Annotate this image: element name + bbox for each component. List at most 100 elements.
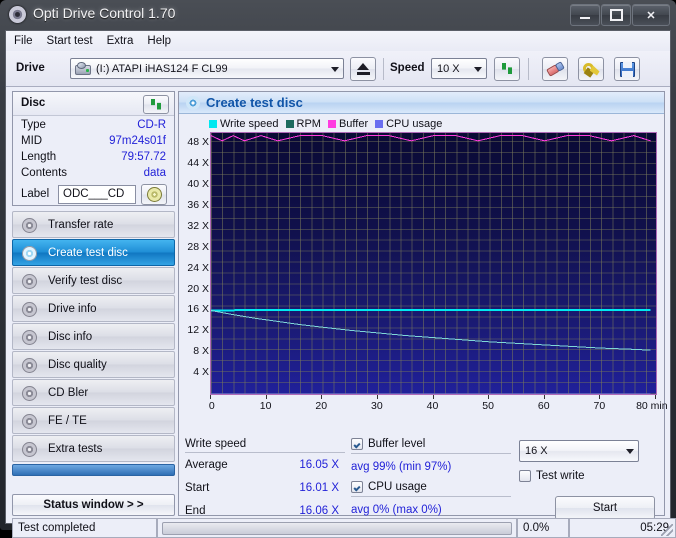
refresh-button[interactable] [494, 57, 520, 81]
chart-x-tick [321, 395, 322, 399]
maximize-icon [610, 9, 623, 21]
chart-x-tick [488, 395, 489, 399]
start-button[interactable]: Start [555, 496, 655, 520]
resize-grip-icon[interactable] [661, 524, 673, 536]
save-floppy-icon [620, 62, 635, 77]
disc-image-button[interactable] [141, 184, 167, 205]
chart-x-tick [544, 395, 545, 399]
chart-plot-area [210, 132, 657, 395]
sidebar-item-disc-quality[interactable]: Disc quality [12, 351, 175, 378]
progress-text: 0.0% [518, 522, 549, 534]
drive-select-value: (I:) ATAPI iHAS124 F CL99 [91, 63, 228, 75]
chart-x-tick-label: 10 [260, 400, 272, 412]
sidebar-item-cd-bler[interactable]: CD Bler [12, 379, 175, 406]
disc-row-key: Contents [21, 167, 67, 179]
maximize-button[interactable] [601, 4, 631, 26]
legend-label: Write speed [220, 118, 279, 130]
legend-item-write-speed: Write speed [209, 118, 279, 130]
chevron-down-icon [626, 449, 634, 454]
sidebar-item-label: Extra tests [48, 443, 102, 455]
chart: 4 X8 X12 X16 X20 X24 X28 X32 X36 X40 X44… [179, 130, 664, 437]
buffer-stat: avg 99% (min 97%) [351, 458, 511, 481]
toolbar-separator-1 [383, 58, 384, 80]
chart-y-tick-label: 44 X [187, 157, 209, 169]
chart-legend: Write speed RPM Buffer CPU usage [209, 118, 446, 130]
sidebar-item-label: Transfer rate [48, 219, 113, 231]
settings-button[interactable] [578, 57, 604, 81]
buffer-level-checkbox[interactable] [351, 438, 363, 450]
sidebar-item-verify-test-disc[interactable]: Verify test disc [12, 267, 175, 294]
menu-item-extra[interactable]: Extra [107, 35, 134, 47]
cpu-usage-checkbox[interactable] [351, 481, 363, 493]
disc-label-row: Label ODC___CD [13, 184, 174, 206]
chart-x-tick-label: 50 [482, 400, 494, 412]
disc-info-panel: Disc Type CD-R MID 97m24s01f Len [12, 91, 175, 206]
sidebar-item-extra-tests[interactable]: Extra tests [12, 435, 175, 462]
tools-icon [583, 62, 600, 77]
disc-row-mid: MID 97m24s01f [13, 134, 174, 150]
content-panel: Create test disc Write speed RPM Buffer [178, 91, 665, 516]
status-message-cell: Test completed [12, 518, 157, 538]
disc-label-input[interactable]: ODC___CD [58, 185, 136, 204]
test-write-label: Test write [536, 470, 585, 482]
buffer-level-checkbox-row[interactable]: Buffer level [351, 438, 511, 453]
sidebar-item-disc-info[interactable]: Disc info [12, 323, 175, 350]
legend-swatch [286, 120, 294, 128]
speed-select[interactable]: 10 X [431, 58, 487, 79]
close-button[interactable]: ✕ [632, 4, 670, 26]
disc-label-key: Label [21, 188, 49, 200]
chart-x-tick-label: 20 [315, 400, 327, 412]
disc-icon [22, 218, 37, 233]
legend-label: Buffer [339, 118, 368, 130]
sidebar-item-fe-te[interactable]: FE / TE [12, 407, 175, 434]
title-bar: Opti Drive Control 1.70 ✕ [0, 0, 676, 30]
progress-cell [157, 518, 517, 538]
sidebar-item-label: FE / TE [48, 415, 87, 427]
chevron-down-icon [331, 67, 339, 72]
toolbar-separator-2 [528, 58, 529, 80]
test-write-checkbox-row[interactable]: Test write [519, 470, 585, 485]
chart-x-tick [433, 395, 434, 399]
divider [351, 453, 511, 454]
sidebar-item-drive-info[interactable]: Drive info [12, 295, 175, 322]
erase-button[interactable] [542, 57, 568, 81]
test-write-checkbox[interactable] [519, 470, 531, 482]
chart-y-tick-label: 40 X [187, 178, 209, 190]
disc-row-value: 97m24s01f [109, 135, 166, 147]
chart-y-axis: 4 X8 X12 X16 X20 X24 X28 X32 X36 X40 X44… [179, 130, 211, 437]
status-window-button[interactable]: Status window > > [12, 494, 175, 516]
refresh-icon [499, 62, 515, 76]
save-button[interactable] [614, 57, 640, 81]
application-window: Opti Drive Control 1.70 ✕ File Start tes… [0, 0, 676, 530]
menu-item-help[interactable]: Help [147, 35, 171, 47]
write-speed-select[interactable]: 16 X [519, 440, 639, 462]
sidebar-item-create-test-disc[interactable]: Create test disc [12, 239, 175, 266]
buffer-cpu-summary: Buffer level avg 99% (min 97%) CPU usage… [351, 438, 511, 516]
menu-item-file[interactable]: File [14, 35, 33, 47]
buffer-level-label: Buffer level [368, 438, 425, 450]
cpu-usage-checkbox-row[interactable]: CPU usage [351, 481, 511, 496]
chart-series-svg [211, 133, 656, 394]
speed-label: Speed [390, 62, 425, 74]
chart-x-tick-label: 80 min [636, 400, 668, 412]
write-speed-summary: Write speed Average 16.05 X Start 16.01 … [185, 438, 345, 526]
divider [185, 452, 345, 453]
disc-icon [22, 414, 37, 429]
menu-item-start-test[interactable]: Start test [47, 35, 93, 47]
status-message: Test completed [13, 522, 95, 534]
chart-y-tick-label: 24 X [187, 262, 209, 274]
close-icon: ✕ [646, 9, 655, 22]
divider [351, 496, 511, 497]
sidebar-item-label: CD Bler [48, 387, 88, 399]
page-title: Create test disc [206, 95, 303, 110]
legend-item-rpm: RPM [286, 118, 321, 130]
chart-series-line [211, 310, 650, 350]
disc-row-key: MID [21, 135, 42, 147]
minimize-button[interactable] [570, 4, 600, 26]
disc-row-key: Type [21, 119, 46, 131]
drive-select[interactable]: (I:) ATAPI iHAS124 F CL99 [70, 58, 344, 79]
disc-refresh-button[interactable] [143, 95, 169, 114]
sidebar-item-transfer-rate[interactable]: Transfer rate [12, 211, 175, 238]
chart-x-tick-label: 40 [427, 400, 439, 412]
eject-button[interactable] [350, 57, 376, 81]
